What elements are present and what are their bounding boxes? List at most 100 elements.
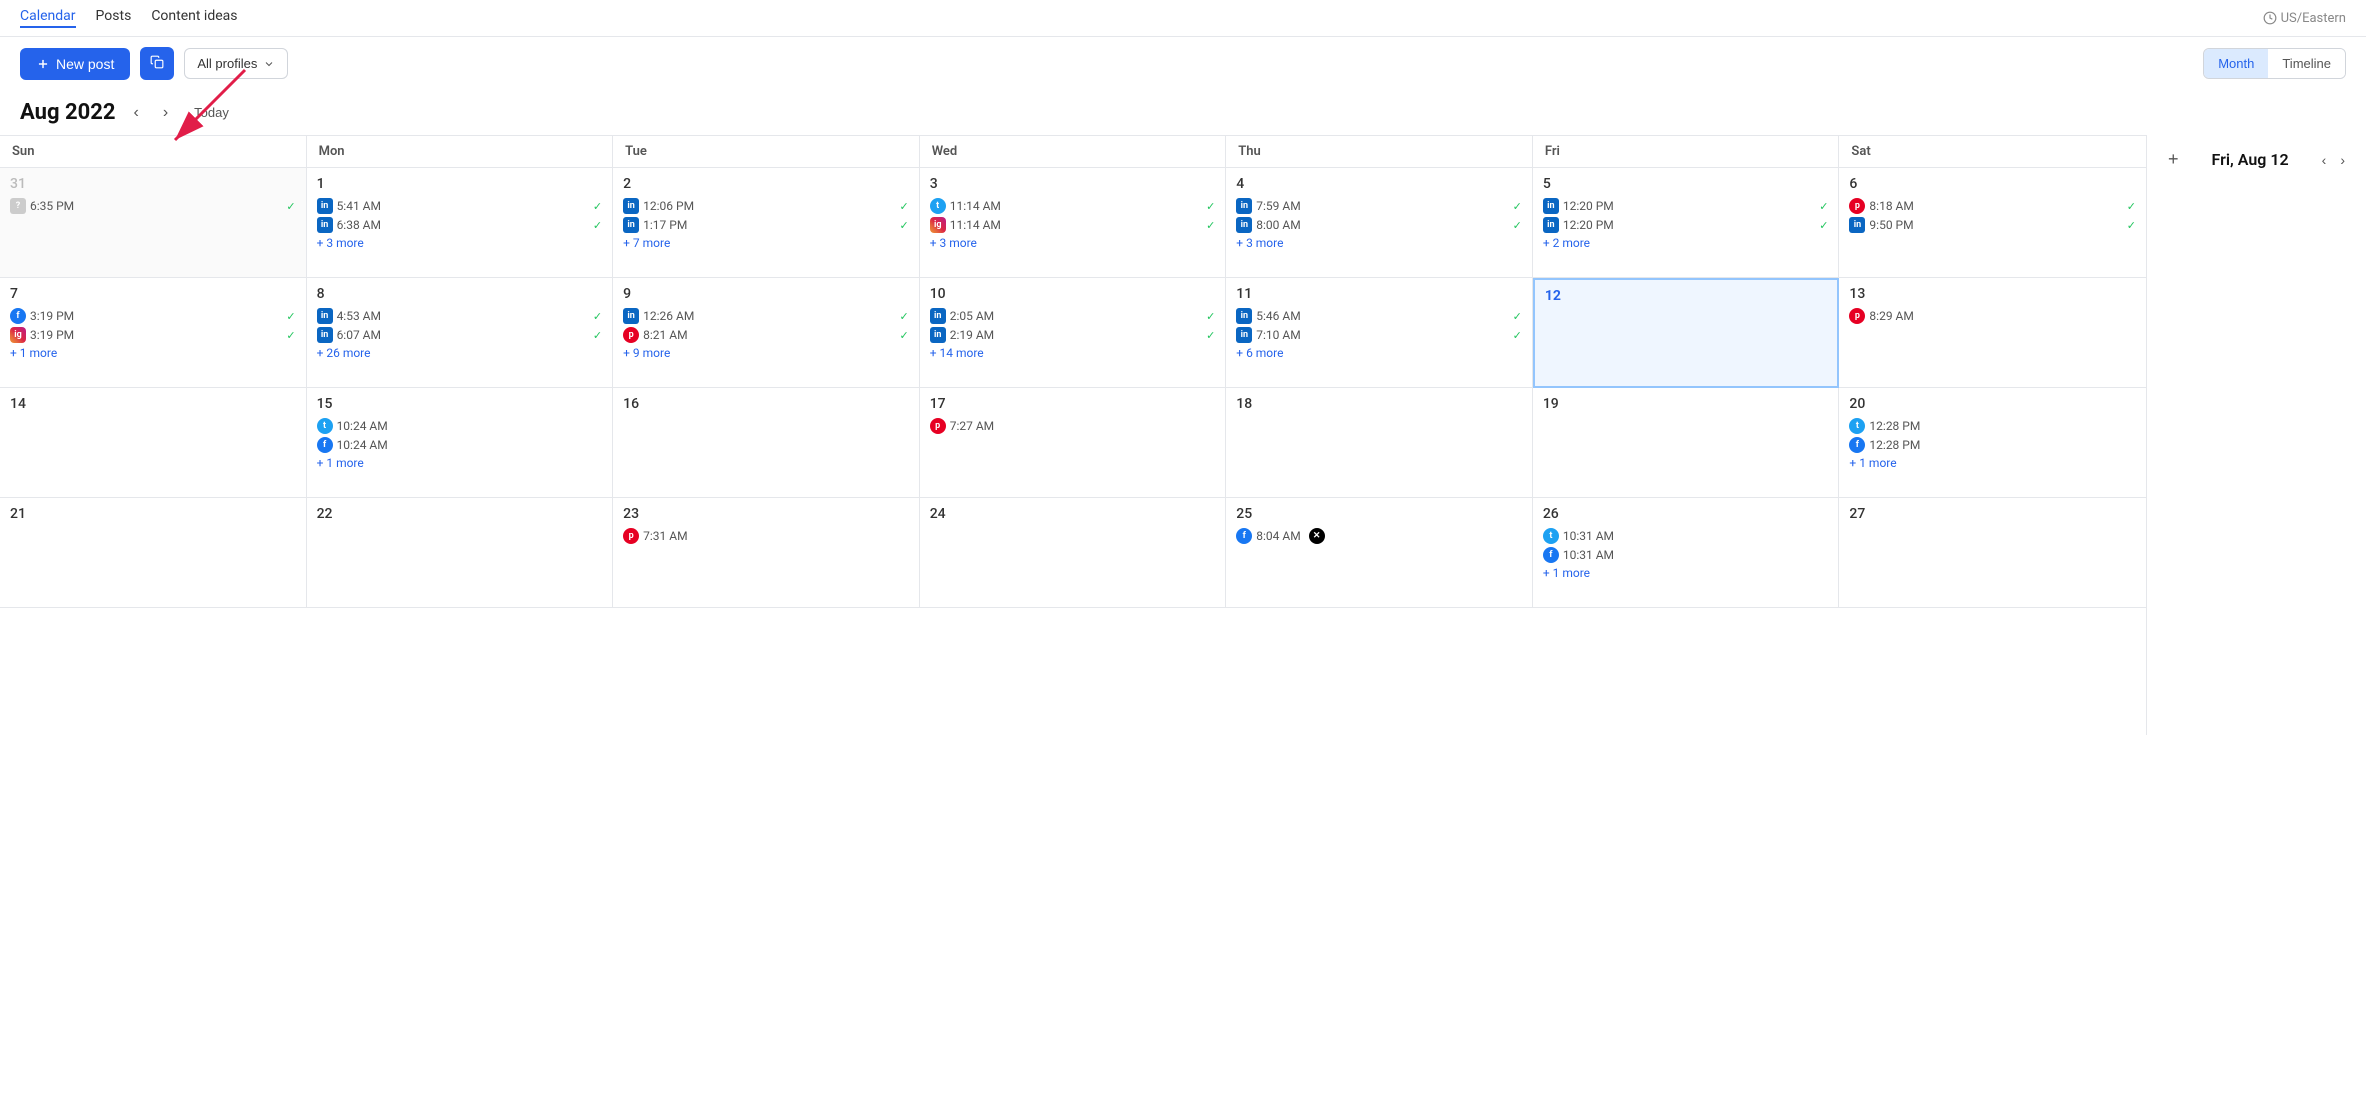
day-7[interactable]: 7 f 3:19 PM ✓ ig 3:19 PM ✓ + 1 more [0, 278, 307, 388]
more-link[interactable]: + 9 more [623, 346, 909, 360]
day-num-26: 26 [1543, 506, 1829, 522]
week-1: 31 ? 6:35 PM ✓ 1 in 5:41 AM ✓ [0, 168, 2146, 278]
day-21[interactable]: 21 [0, 498, 307, 608]
check-icon: ✓ [899, 310, 908, 323]
day-31[interactable]: 31 ? 6:35 PM ✓ [0, 168, 307, 278]
day-12-today[interactable]: 12 [1533, 278, 1840, 388]
more-link[interactable]: + 3 more [317, 236, 603, 250]
add-event-button[interactable]: + [2163, 147, 2184, 172]
more-link[interactable]: + 1 more [10, 346, 296, 360]
day-num-5: 5 [1543, 176, 1829, 192]
linkedin-icon: in [1849, 217, 1865, 233]
pinterest-icon: p [1849, 198, 1865, 214]
more-link[interactable]: + 1 more [1849, 456, 2136, 470]
post-entry: t 11:14 AM ✓ [930, 198, 1216, 214]
more-link[interactable]: + 1 more [1543, 566, 1829, 580]
day-headers: Sun Mon Tue Wed Thu Fri Sat [0, 136, 2146, 168]
more-link[interactable]: + 6 more [1236, 346, 1522, 360]
day-13[interactable]: 13 p 8:29 AM [1839, 278, 2146, 388]
post-entry: ig 11:14 AM ✓ [930, 217, 1216, 233]
day-24[interactable]: 24 [920, 498, 1227, 608]
post-entry: f 10:31 AM [1543, 547, 1829, 563]
day-4[interactable]: 4 in 7:59 AM ✓ in 8:00 AM ✓ + 3 more [1226, 168, 1533, 278]
post-entry: p 7:27 AM [930, 418, 1216, 434]
day-14[interactable]: 14 [0, 388, 307, 498]
post-entry: p 8:18 AM ✓ [1849, 198, 2136, 214]
check-icon: ✓ [1206, 329, 1215, 342]
sidebar-date: Fri, Aug 12 [2212, 150, 2289, 169]
profiles-dropdown[interactable]: All profiles [184, 48, 288, 79]
day-1[interactable]: 1 in 5:41 AM ✓ in 6:38 AM ✓ + 3 more [307, 168, 614, 278]
day-num-24: 24 [930, 506, 1216, 522]
day-11[interactable]: 11 in 5:46 AM ✓ in 7:10 AM ✓ + 6 more [1226, 278, 1533, 388]
sidebar-next-button[interactable]: › [2335, 150, 2350, 170]
post-entry: in 5:41 AM ✓ [317, 198, 603, 214]
day-25[interactable]: 25 f 8:04 AM ✕ [1226, 498, 1533, 608]
day-8[interactable]: 8 in 4:53 AM ✓ in 6:07 AM ✓ + 26 more [307, 278, 614, 388]
timezone-display: US/Eastern [2263, 11, 2346, 26]
day-27[interactable]: 27 [1839, 498, 2146, 608]
day-6[interactable]: 6 p 8:18 AM ✓ in 9:50 PM ✓ [1839, 168, 2146, 278]
post-entry: p 8:29 AM [1849, 308, 2136, 324]
more-link[interactable]: + 3 more [1236, 236, 1522, 250]
day-num-9: 9 [623, 286, 909, 302]
linkedin-icon: in [623, 198, 639, 214]
header-fri: Fri [1533, 136, 1840, 168]
day-23[interactable]: 23 p 7:31 AM [613, 498, 920, 608]
day-9[interactable]: 9 in 12:26 AM ✓ p 8:21 AM ✓ + 9 more [613, 278, 920, 388]
check-icon: ✓ [286, 310, 295, 323]
day-10[interactable]: 10 in 2:05 AM ✓ in 2:19 AM ✓ + 14 more [920, 278, 1227, 388]
month-view-button[interactable]: Month [2204, 49, 2268, 78]
day-num-2: 2 [623, 176, 909, 192]
calendar-main: Sun Mon Tue Wed Thu Fri Sat 31 ? 6:35 PM… [0, 135, 2146, 735]
day-5[interactable]: 5 in 12:20 PM ✓ in 12:20 PM ✓ + 2 more [1533, 168, 1840, 278]
check-icon: ✓ [899, 200, 908, 213]
day-19[interactable]: 19 [1533, 388, 1840, 498]
day-20[interactable]: 20 t 12:28 PM f 12:28 PM + 1 more [1839, 388, 2146, 498]
view-toggle: Month Timeline [2203, 48, 2346, 79]
month-title: Aug 2022 [20, 100, 116, 125]
post-entry: in 6:38 AM ✓ [317, 217, 603, 233]
instagram-icon: ig [10, 327, 26, 343]
post-entry: in 7:59 AM ✓ [1236, 198, 1522, 214]
nav-calendar[interactable]: Calendar [20, 8, 76, 28]
more-link[interactable]: + 14 more [930, 346, 1216, 360]
week-2: 7 f 3:19 PM ✓ ig 3:19 PM ✓ + 1 more 8 [0, 278, 2146, 388]
day-22[interactable]: 22 [307, 498, 614, 608]
day-16[interactable]: 16 [613, 388, 920, 498]
timeline-view-button[interactable]: Timeline [2268, 49, 2345, 78]
prev-month-button[interactable]: ‹ [128, 102, 145, 124]
day-15[interactable]: 15 t 10:24 AM f 10:24 AM + 1 more [307, 388, 614, 498]
header-sun: Sun [0, 136, 307, 168]
today-button[interactable]: Today [186, 101, 237, 124]
pinterest-icon: p [623, 528, 639, 544]
new-post-button[interactable]: New post [20, 48, 130, 80]
more-link[interactable]: + 3 more [930, 236, 1216, 250]
sidebar-date-header: + Fri, Aug 12 ‹ › [2163, 147, 2350, 172]
day-3[interactable]: 3 t 11:14 AM ✓ ig 11:14 AM ✓ + 3 more [920, 168, 1227, 278]
check-icon: ✓ [899, 219, 908, 232]
linkedin-icon: in [1236, 308, 1252, 324]
more-link[interactable]: + 26 more [317, 346, 603, 360]
copy-button[interactable] [140, 47, 174, 80]
week-4: 21 22 23 p 7:31 AM 24 25 [0, 498, 2146, 608]
day-17[interactable]: 17 p 7:27 AM [920, 388, 1227, 498]
check-icon: ✓ [593, 329, 602, 342]
post-entry: in 12:26 AM ✓ [623, 308, 909, 324]
nav-content-ideas[interactable]: Content ideas [151, 8, 237, 28]
linkedin-icon: in [317, 198, 333, 214]
sidebar-prev-button[interactable]: ‹ [2317, 150, 2332, 170]
day-26[interactable]: 26 t 10:31 AM f 10:31 AM + 1 more [1533, 498, 1840, 608]
nav-posts[interactable]: Posts [96, 8, 132, 28]
post-entry: ig 3:19 PM ✓ [10, 327, 296, 343]
more-link[interactable]: + 7 more [623, 236, 909, 250]
more-link[interactable]: + 2 more [1543, 236, 1829, 250]
post-entry: in 12:20 PM ✓ [1543, 217, 1829, 233]
toolbar-left: New post All profiles [20, 47, 288, 80]
more-link[interactable]: + 1 more [317, 456, 603, 470]
next-month-button[interactable]: › [157, 102, 174, 124]
day-num-15: 15 [317, 396, 603, 412]
day-18[interactable]: 18 [1226, 388, 1533, 498]
day-2[interactable]: 2 in 12:06 PM ✓ in 1:17 PM ✓ + 7 more [613, 168, 920, 278]
twitter-icon: t [317, 418, 333, 434]
